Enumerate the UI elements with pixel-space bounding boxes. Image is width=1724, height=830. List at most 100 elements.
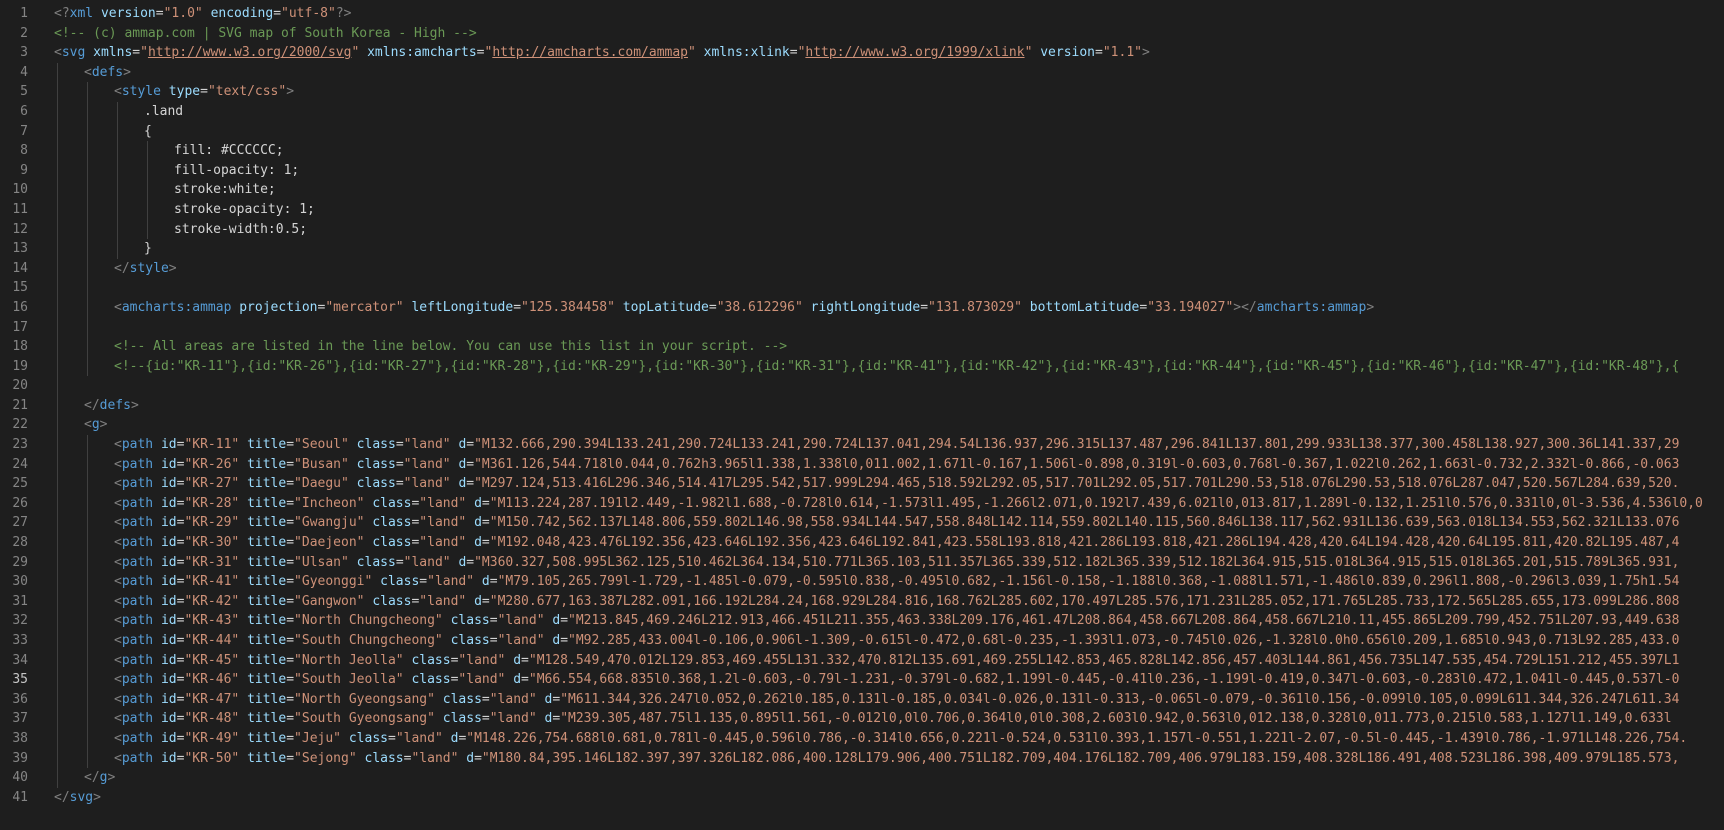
code-line[interactable]: 6 .land — [0, 101, 1724, 122]
attr-value: "land" — [403, 476, 451, 492]
code-line[interactable]: 18 <!-- All areas are listed in the line … — [0, 337, 1724, 357]
equals-sign: = — [286, 456, 295, 472]
line-number: 29 — [12, 554, 28, 570]
attr-value: "South Jeolla" — [294, 672, 404, 688]
tag-bracket: > — [286, 84, 295, 100]
indent-guide — [57, 611, 58, 631]
attr-name: d — [466, 750, 475, 766]
line-number: 25 — [12, 476, 28, 492]
code-line[interactable]: 11 stroke-opacity: 1; — [0, 199, 1724, 220]
attr-value: "mercator" — [325, 299, 404, 315]
attr-name: title — [247, 515, 287, 531]
attr-value: "land" — [395, 730, 443, 746]
indent-guide — [87, 591, 88, 612]
code-line[interactable]: 3 <svg xmlns="http://www.w3.org/2000/svg"… — [0, 43, 1724, 63]
indent-guide — [117, 219, 118, 240]
code-line[interactable]: 13} — [0, 239, 1724, 259]
indent-guide — [87, 493, 88, 514]
code-line[interactable]: 39 <path id="KR-50" title="Sejong" class=… — [0, 748, 1724, 769]
code-line[interactable]: 4 <defs> — [0, 62, 1724, 83]
attr-value: "M148.226,754.688l0.681,0.781l-0.445,0.5… — [466, 730, 1688, 746]
attr-name: title — [247, 593, 287, 609]
attr-value: "Incheon" — [294, 495, 365, 511]
line-code: <path id="KR-45" title="North Jeolla" cl… — [114, 651, 1724, 671]
code-line[interactable]: 24 <path id="KR-26" title="Busan" class="… — [0, 454, 1724, 475]
line-code: <path id="KR-50" title="Sejong" class="l… — [114, 749, 1724, 769]
code-line[interactable]: 32 <path id="KR-43" title="North Chungche… — [0, 611, 1724, 631]
code-line[interactable]: 25 <path id="KR-27" title="Daegu" class="… — [0, 474, 1724, 494]
line-code: <!-- (c) ammap.com | SVG map of South Ko… — [54, 24, 1724, 44]
indent-guide — [57, 474, 58, 494]
tag-bracket: < — [114, 437, 122, 453]
indent-guide — [57, 768, 58, 788]
equals-sign: = — [286, 750, 295, 766]
line-number: 23 — [12, 437, 28, 453]
code-line[interactable]: 23 <path id="KR-11" title="Seoul" class="… — [0, 435, 1724, 455]
tag-name: path — [121, 672, 154, 688]
equals-sign: = — [481, 495, 490, 511]
tag-name: style — [121, 84, 161, 100]
code-line[interactable]: 26 <path id="KR-28" title="Incheon" class… — [0, 493, 1724, 514]
code-line[interactable]: 30 <path id="KR-41" title="Gyeonggi" clas… — [0, 572, 1724, 592]
attr-value: "Daejeon" — [294, 535, 365, 551]
code-editor[interactable]: 1 <?xml version="1.0" encoding="utf-8"?> 2… — [0, 0, 1724, 830]
attr-value: "KR-42" — [184, 593, 240, 609]
attr-value: "KR-28" — [184, 495, 240, 511]
tag-bracket: > — [1366, 299, 1375, 315]
code-line[interactable]: 31 <path id="KR-42" title="Gangwon" class… — [0, 591, 1724, 612]
attr-value: "M297.124,513.416L296.346,514.417L295.54… — [474, 476, 1680, 492]
line-code: <path id="KR-44" title="South Chungcheon… — [114, 631, 1724, 651]
code-line[interactable]: 36 <path id="KR-47" title="North Gyeongsa… — [0, 689, 1724, 710]
code-line[interactable]: 9 fill-opacity: 1; — [0, 160, 1724, 181]
tag-name: path — [121, 456, 154, 472]
code-line[interactable]: 17 — [0, 317, 1724, 338]
code-line[interactable]: 2 <!-- (c) ammap.com | SVG map of South K… — [0, 24, 1724, 44]
attr-name: id — [160, 711, 177, 727]
attr-value: "M66.554,668.835l0.368,1.2l-0.603,-0.79l… — [528, 672, 1680, 688]
code-line[interactable]: 37 <path id="KR-48" title="South Gyeongsa… — [0, 709, 1724, 729]
tag-name: path — [121, 574, 154, 590]
code-line[interactable]: 35 <path id="KR-46" title="South Jeolla" … — [0, 670, 1724, 690]
code-line[interactable]: 34 <path id="KR-45" title="North Jeolla" … — [0, 650, 1724, 671]
tag-bracket: < — [114, 730, 122, 746]
indent-guide — [57, 337, 58, 357]
code-line[interactable]: 7{ — [0, 121, 1724, 142]
indent-guide — [57, 689, 58, 710]
attr-name: id — [160, 554, 177, 570]
code-line[interactable]: 14 </style> — [0, 258, 1724, 279]
code-line[interactable]: 1 <?xml version="1.0" encoding="utf-8"?> — [0, 4, 1724, 24]
code-line[interactable]: 20 — [0, 376, 1724, 396]
code-line[interactable]: 12 stroke-width:0.5; — [0, 219, 1724, 240]
tag-bracket: < — [114, 711, 122, 727]
code-line[interactable]: 28 <path id="KR-30" title="Daejeon" class… — [0, 533, 1724, 553]
code-line[interactable]: 40 </g> — [0, 768, 1724, 788]
code-line[interactable]: 15 — [0, 278, 1724, 298]
code-line[interactable]: 38 <path id="KR-49" title="Jeju" class="l… — [0, 728, 1724, 749]
code-line[interactable]: 29 <path id="KR-31" title="Ulsan" class="… — [0, 552, 1724, 573]
code-line[interactable]: 16 <amcharts:ammap projection="mercator" … — [0, 297, 1724, 318]
code-lines[interactable]: 1 <?xml version="1.0" encoding="utf-8"?> 2… — [0, 4, 1724, 807]
code-line[interactable]: 22 <g> — [0, 415, 1724, 436]
indent-guide — [87, 728, 88, 749]
code-line[interactable]: 10 stroke:white; — [0, 180, 1724, 200]
equals-sign: = — [560, 633, 569, 648]
tag-bracket: < — [114, 515, 122, 531]
indent-guide — [57, 199, 58, 220]
code-line[interactable]: 41 </svg> — [0, 788, 1724, 808]
attr-value: "M128.549,470.012L129.853,469.455L131.33… — [528, 652, 1680, 668]
code-line[interactable]: 8 fill: #CCCCCC; — [0, 141, 1724, 161]
equals-sign: = — [286, 593, 295, 609]
indent-guide — [57, 101, 58, 122]
indent-guide — [87, 454, 88, 475]
attr-name: id — [160, 476, 177, 492]
code-comment: <!-- (c) ammap.com | SVG map of South Ko… — [54, 25, 477, 41]
indent-guide — [57, 533, 58, 553]
line-code: <path id="KR-41" title="Gyeonggi" class=… — [114, 572, 1724, 592]
line-code: </style> — [114, 259, 1724, 279]
code-line[interactable]: 27 <path id="KR-29" title="Gwangju" class… — [0, 513, 1724, 534]
code-line[interactable]: 33 <path id="KR-44" title="South Chungche… — [0, 631, 1724, 651]
code-line[interactable]: 19 <!--{id:"KR-11"},{id:"KR-26"},{id:"KR-… — [0, 356, 1724, 377]
code-line[interactable]: 5 <style type="text/css"> — [0, 82, 1724, 102]
code-line[interactable]: 21 </defs> — [0, 395, 1724, 416]
